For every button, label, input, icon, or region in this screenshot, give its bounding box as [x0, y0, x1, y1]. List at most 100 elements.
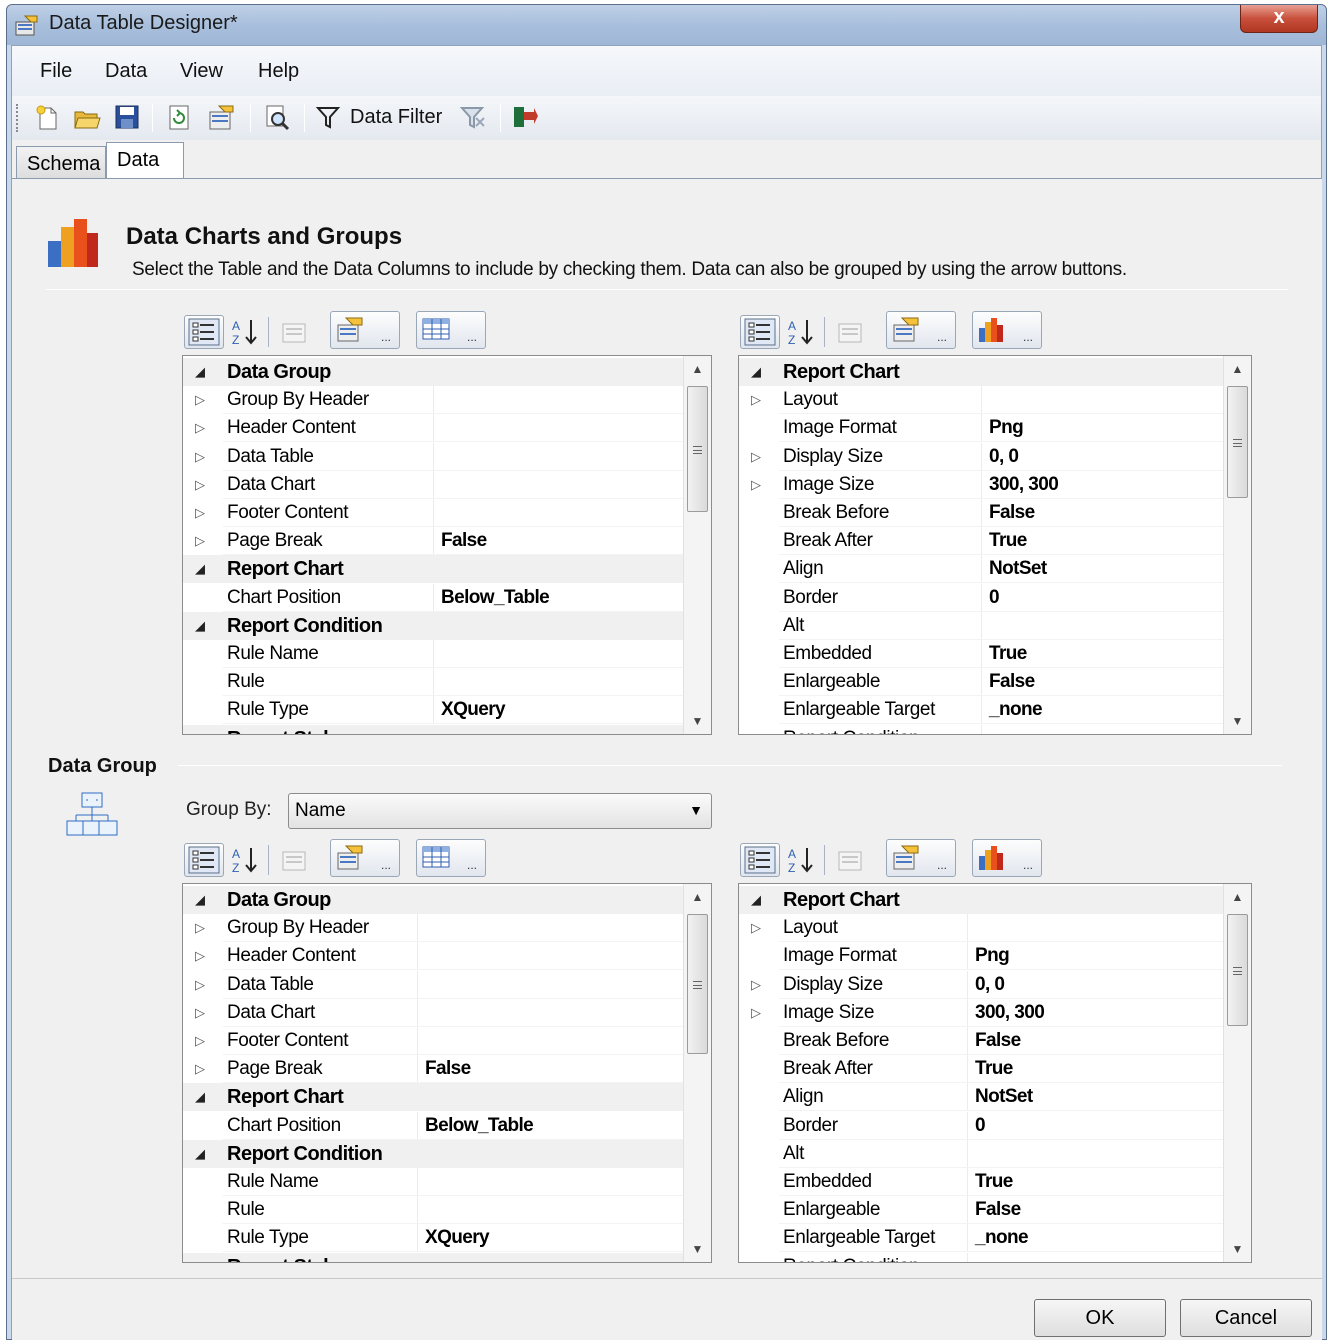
scroll-down-arrow-icon[interactable]: ▼	[684, 1236, 711, 1262]
scroll-thumb[interactable]	[687, 914, 708, 1054]
property-value[interactable]: NotSet	[989, 558, 1047, 580]
property-value[interactable]: False	[975, 1030, 1021, 1052]
property-value[interactable]: _none	[975, 1227, 1029, 1249]
expand-triangle-icon[interactable]: ▷	[195, 449, 205, 465]
property-value[interactable]: True	[989, 530, 1027, 552]
grid-property-row[interactable]: Embedded True	[739, 640, 1223, 668]
expand-triangle-icon[interactable]: ▷	[751, 977, 761, 993]
grid-category-row[interactable]: ◢ Report Chart	[739, 358, 1223, 386]
grid-property-row[interactable]: ▷ Footer Content	[183, 499, 683, 527]
property-pages-button[interactable]	[832, 843, 868, 881]
expand-triangle-icon[interactable]: ▷	[195, 977, 205, 993]
collapse-triangle-icon[interactable]: ◢	[195, 892, 205, 908]
scroll-down-arrow-icon[interactable]: ▼	[684, 708, 711, 734]
grid-property-row[interactable]: Rule Type XQuery	[183, 696, 683, 725]
refresh-icon[interactable]	[164, 102, 194, 132]
expand-triangle-icon[interactable]: ▷	[195, 392, 205, 408]
grid-property-row[interactable]: Enlargeable False	[739, 668, 1223, 697]
property-value[interactable]: Below_Table	[425, 1115, 534, 1137]
edit-properties-button[interactable]: ...	[886, 311, 956, 349]
menu-view[interactable]: View	[180, 60, 223, 83]
expand-triangle-icon[interactable]: ▷	[195, 948, 205, 964]
expand-triangle-icon[interactable]: ▷	[751, 449, 761, 465]
new-icon[interactable]	[32, 102, 62, 132]
toolbar-grip[interactable]	[16, 104, 19, 132]
grid-property-row[interactable]: Border 0	[739, 1111, 1223, 1140]
grid-property-row[interactable]: Enlargeable Target _none	[739, 696, 1223, 725]
sort-alphabetical-button[interactable]: AZ	[782, 315, 818, 353]
grid-category-row[interactable]: ◢ Data Group	[183, 358, 683, 386]
tab-data[interactable]: Data	[106, 142, 184, 180]
property-value[interactable]: _none	[989, 699, 1043, 721]
collapse-triangle-icon[interactable]: ◢	[195, 618, 205, 634]
close-button[interactable]: x	[1240, 5, 1318, 33]
grid-property-row[interactable]: Break After True	[739, 1055, 1223, 1084]
grid-property-row[interactable]: ▷ Footer Content	[183, 1027, 683, 1055]
scroll-up-arrow-icon[interactable]: ▲	[1224, 884, 1251, 910]
grid-property-row[interactable]: ▷ Display Size 0, 0	[739, 970, 1223, 999]
grid-property-row[interactable]: Break After True	[739, 527, 1223, 556]
expand-triangle-icon[interactable]: ▷	[751, 920, 761, 936]
collapse-triangle-icon[interactable]: ◢	[195, 364, 205, 380]
property-value[interactable]: 0	[989, 587, 1000, 609]
scroll-thumb[interactable]	[1227, 386, 1248, 498]
grid-property-row[interactable]: ▷ Data Table	[183, 442, 683, 471]
edit-properties-button[interactable]: ...	[330, 311, 400, 349]
property-value[interactable]: 300, 300	[975, 1002, 1045, 1024]
grid-category-row[interactable]: ◢ Report Style	[183, 1252, 683, 1262]
categorized-button[interactable]	[184, 315, 224, 349]
collapse-triangle-icon[interactable]: ◢	[195, 1259, 205, 1262]
property-pages-button[interactable]	[276, 315, 312, 353]
vertical-scrollbar[interactable]: ▲ ▼	[683, 356, 711, 734]
menu-help[interactable]: Help	[258, 60, 299, 83]
grid-property-row[interactable]: Image Format Png	[739, 942, 1223, 971]
grid-property-row[interactable]: Border 0	[739, 583, 1223, 612]
collapse-triangle-icon[interactable]: ◢	[751, 364, 761, 380]
grid-property-row[interactable]: Alt	[739, 1139, 1223, 1168]
scroll-up-arrow-icon[interactable]: ▲	[684, 884, 711, 910]
property-value[interactable]: False	[425, 1058, 471, 1080]
grid-category-row[interactable]: ◢ Report Style	[183, 724, 683, 734]
grid-property-row[interactable]: Chart Position Below_Table	[183, 583, 683, 612]
expand-triangle-icon[interactable]: ▷	[195, 1005, 205, 1021]
property-value[interactable]: True	[975, 1058, 1013, 1080]
edit-table-button[interactable]: ...	[416, 311, 486, 349]
collapse-triangle-icon[interactable]: ◢	[195, 561, 205, 577]
grid-property-row[interactable]: Align NotSet	[739, 555, 1223, 584]
ok-button[interactable]: OK	[1034, 1299, 1166, 1337]
grid-property-row[interactable]: Image Format Png	[739, 414, 1223, 443]
expand-triangle-icon[interactable]: ▷	[751, 1005, 761, 1021]
edit-table-button[interactable]: ...	[416, 839, 486, 877]
property-value[interactable]: False	[441, 530, 487, 552]
grid-property-row[interactable]: Embedded True	[739, 1168, 1223, 1196]
grid-property-row[interactable]: ▷ Header Content	[183, 942, 683, 971]
grid-property-row[interactable]: ▷ Image Size 300, 300	[739, 998, 1223, 1027]
grid-property-row[interactable]: ▷ Layout	[739, 914, 1223, 943]
grid-property-row[interactable]: Report Condition	[739, 1252, 1223, 1262]
menu-file[interactable]: File	[40, 60, 72, 83]
property-value[interactable]: False	[989, 671, 1035, 693]
property-value[interactable]: Below_Table	[441, 587, 550, 609]
group-by-select[interactable]: Name ▼	[288, 793, 712, 829]
property-value[interactable]: False	[989, 502, 1035, 524]
scroll-up-arrow-icon[interactable]: ▲	[1224, 356, 1251, 382]
grid-property-row[interactable]: Rule Name	[183, 1168, 683, 1196]
grid-property-row[interactable]: ▷ Image Size 300, 300	[739, 470, 1223, 499]
categorized-button[interactable]	[184, 843, 224, 877]
open-folder-icon[interactable]	[72, 102, 102, 132]
grid-category-row[interactable]: ◢ Data Group	[183, 886, 683, 914]
edit-properties-button[interactable]: ...	[330, 839, 400, 877]
collapse-triangle-icon[interactable]: ◢	[195, 1089, 205, 1105]
grid-property-row[interactable]: ▷ Layout	[739, 386, 1223, 415]
edit-properties-button[interactable]: ...	[886, 839, 956, 877]
property-value[interactable]: 300, 300	[989, 474, 1059, 496]
clear-filter-icon[interactable]	[458, 102, 488, 132]
vertical-scrollbar[interactable]: ▲ ▼	[683, 884, 711, 1262]
grid-property-row[interactable]: ▷ Data Chart	[183, 998, 683, 1027]
grid-property-row[interactable]: Break Before False	[739, 499, 1223, 527]
tab-schema[interactable]: Schema	[16, 146, 106, 180]
grid-property-row[interactable]: Rule Type XQuery	[183, 1224, 683, 1253]
property-pages-button[interactable]	[276, 843, 312, 881]
scroll-thumb[interactable]	[1227, 914, 1248, 1026]
grid-property-row[interactable]: Rule	[183, 1196, 683, 1225]
